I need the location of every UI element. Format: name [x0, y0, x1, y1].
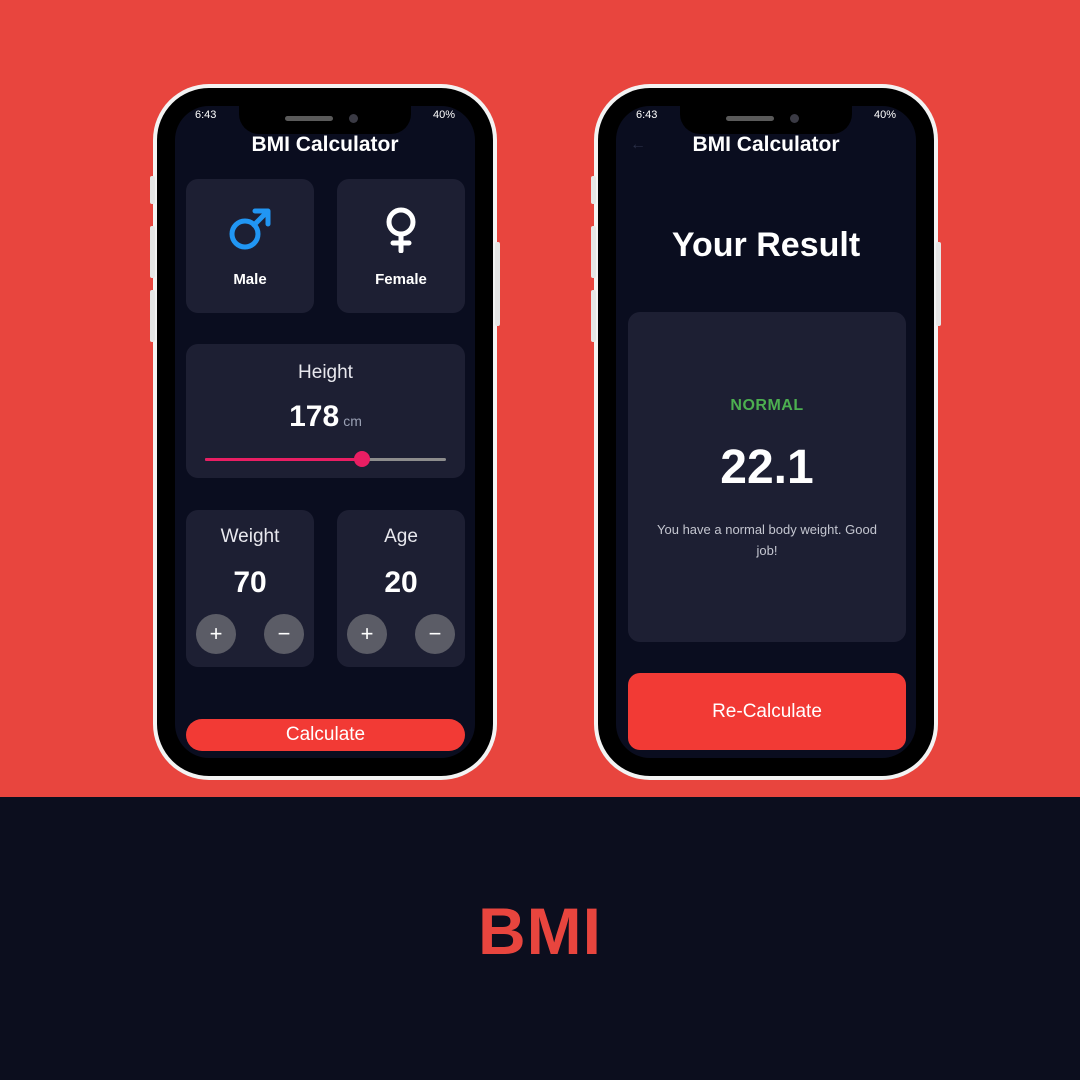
age-label: Age — [384, 526, 418, 547]
recalculate-button[interactable]: Re-Calculate — [628, 673, 906, 750]
female-label: Female — [375, 271, 427, 288]
camera-icon — [790, 114, 799, 123]
height-value-row: 178 cm — [186, 400, 465, 434]
weight-label: Weight — [220, 526, 280, 547]
weight-decrement-button[interactable]: − — [264, 614, 304, 654]
age-card: Age 20 + − — [337, 510, 465, 667]
phone-side-button — [150, 176, 155, 204]
phone-side-button — [591, 226, 596, 278]
phone-bezel: 6:43 40% ← BMI Calculator Your Result NO… — [598, 88, 934, 776]
status-time: 6:43 — [195, 109, 217, 121]
app-screen: 6:43 40% BMI Calculator Male Female Heig… — [175, 106, 475, 758]
app-title: BMI Calculator — [251, 133, 399, 156]
status-time: 6:43 — [636, 109, 658, 121]
speaker-icon — [285, 116, 333, 121]
bmi-value: 22.1 — [720, 441, 814, 494]
phone-notch — [239, 106, 411, 134]
phone-notch — [680, 106, 852, 134]
height-slider-thumb[interactable] — [353, 451, 370, 467]
height-slider-fill — [205, 458, 362, 461]
result-card: NORMAL 22.1 You have a normal body weigh… — [628, 312, 906, 642]
phone-result-screen: 6:43 40% ← BMI Calculator Your Result NO… — [591, 84, 941, 780]
age-decrement-button[interactable]: − — [415, 614, 455, 654]
phone-side-button — [150, 290, 155, 342]
phone-side-button — [591, 176, 596, 204]
speaker-icon — [726, 116, 774, 121]
phone-side-button — [150, 226, 155, 278]
male-card[interactable]: Male — [186, 179, 314, 313]
app-screen: 6:43 40% ← BMI Calculator Your Result NO… — [616, 106, 916, 758]
status-battery: 40% — [873, 109, 896, 121]
height-label: Height — [298, 362, 353, 383]
phone-side-button — [591, 290, 596, 342]
age-value: 20 — [384, 566, 418, 599]
status-battery: 40% — [432, 109, 455, 121]
male-label: Male — [233, 271, 267, 288]
phone-power-button — [495, 242, 500, 326]
app-title: BMI Calculator — [692, 133, 840, 156]
age-increment-button[interactable]: + — [347, 614, 387, 654]
phone-input-screen: 6:43 40% BMI Calculator Male Female Heig… — [150, 84, 500, 780]
height-card: Height 178 cm — [186, 344, 465, 478]
weight-card: Weight 70 + − — [186, 510, 314, 667]
weight-increment-button[interactable]: + — [196, 614, 236, 654]
bmi-message: You have a normal body weight. Good job! — [657, 522, 877, 558]
brand-title: BMI — [478, 894, 602, 968]
female-card[interactable]: Female — [337, 179, 465, 313]
height-unit: cm — [343, 413, 362, 429]
height-slider[interactable] — [205, 451, 446, 467]
camera-icon — [349, 114, 358, 123]
result-heading: Your Result — [671, 226, 861, 264]
male-symbol-icon — [186, 205, 314, 258]
bmi-status: NORMAL — [730, 397, 804, 414]
weight-value: 70 — [233, 566, 267, 599]
calculate-button[interactable]: Calculate — [186, 719, 465, 751]
phone-bezel: 6:43 40% BMI Calculator Male Female Heig… — [157, 88, 493, 776]
phone-power-button — [936, 242, 941, 326]
height-value: 178 — [289, 400, 340, 433]
female-symbol-icon — [337, 205, 465, 258]
